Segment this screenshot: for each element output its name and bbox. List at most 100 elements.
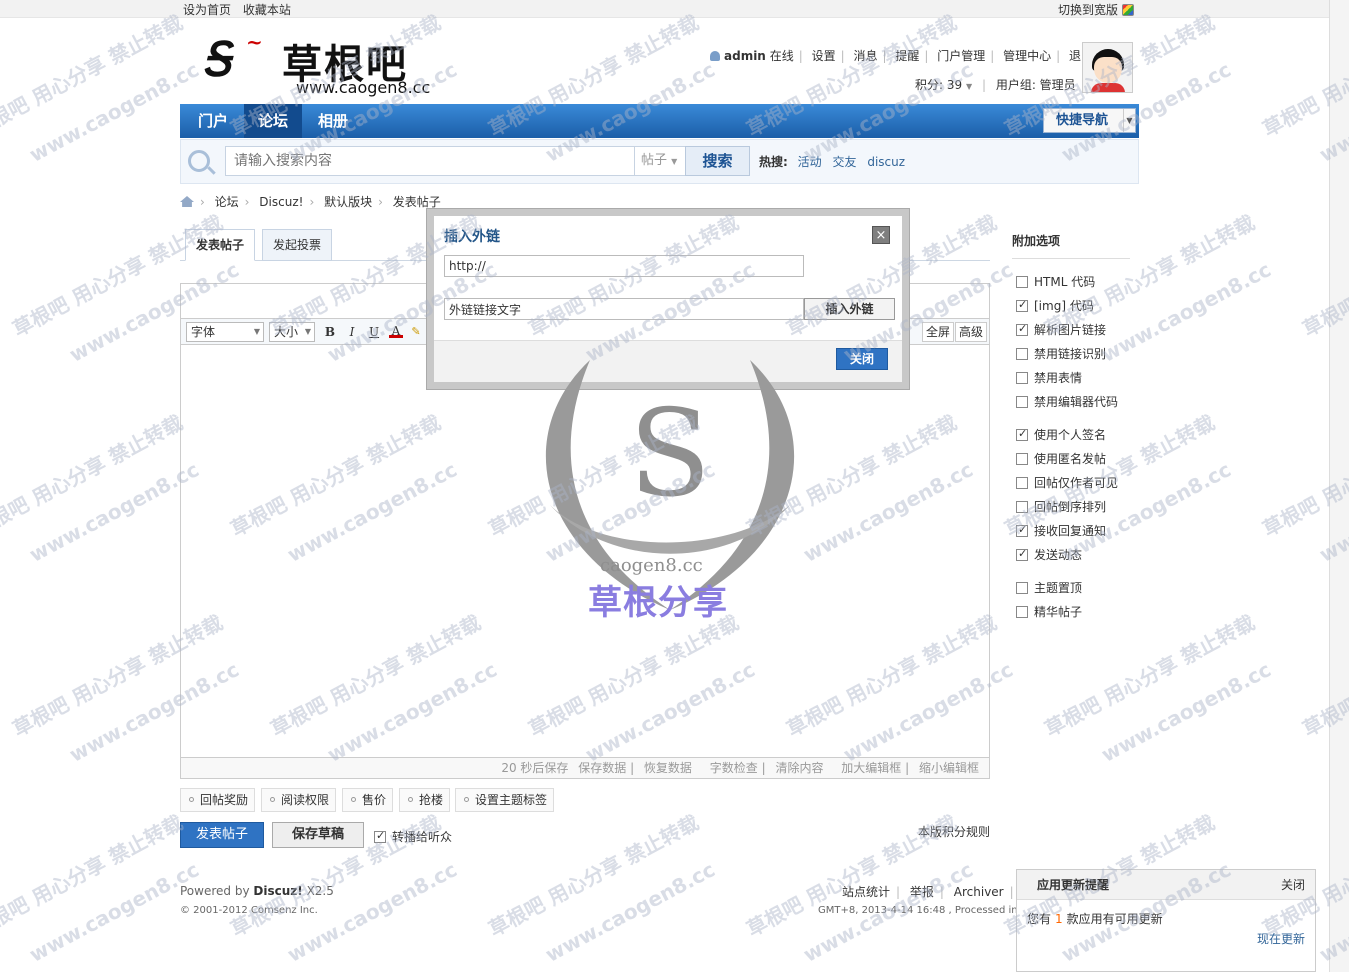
fullscreen-button[interactable]: 全屏	[922, 322, 955, 342]
sidebar-option[interactable]: 使用个人签名	[1016, 426, 1106, 443]
dialog-close-button[interactable]: 关闭	[836, 348, 888, 370]
price-button[interactable]: 售价	[342, 788, 394, 812]
tab-new-post[interactable]: 发表帖子	[185, 229, 256, 261]
messages-link[interactable]: 消息	[853, 49, 877, 63]
nav-forum[interactable]: 论坛	[244, 104, 303, 138]
footer-stats-link[interactable]: 站点统计	[842, 885, 890, 899]
option-checkbox[interactable]	[1016, 523, 1028, 537]
broadcast-option[interactable]: 转播给听众	[374, 828, 452, 845]
sidebar-option[interactable]: 解析图片链接	[1016, 321, 1106, 338]
avatar[interactable]	[1082, 42, 1133, 93]
link-text-input[interactable]	[444, 298, 804, 320]
breadcrumb-item[interactable]: 默认版块	[324, 195, 372, 209]
option-checkbox[interactable]	[1016, 298, 1028, 312]
switch-width-link[interactable]: 切换到宽版	[1058, 3, 1118, 17]
enlarge-editor-link[interactable]: 加大编辑框	[841, 761, 901, 775]
sidebar-option[interactable]: 精华帖子	[1016, 603, 1082, 620]
advanced-button[interactable]: 高级	[955, 322, 988, 342]
reply-reward-button[interactable]: 回帖奖励	[180, 788, 256, 812]
online-status[interactable]: 在线	[770, 49, 794, 63]
topic-tags-button[interactable]: 设置主题标签	[455, 788, 555, 812]
underline-button[interactable]: U	[367, 324, 381, 340]
footer-archiver-link[interactable]: Archiver	[954, 885, 1004, 899]
admin-center-link[interactable]: 管理中心	[1003, 49, 1051, 63]
sidebar-option[interactable]: 回帖倒序排列	[1016, 498, 1106, 515]
switch-width[interactable]: 切换到宽版	[1058, 1, 1135, 18]
notice-close-button[interactable]: 关闭	[1281, 870, 1305, 900]
post-submit-button[interactable]: 发表帖子	[180, 822, 264, 848]
vertical-scrollbar[interactable]	[1329, 0, 1349, 972]
app-update-notice: 应用更新提醒 关闭 您有 1 款应用有可用更新 现在更新	[1016, 869, 1316, 972]
broadcast-checkbox[interactable]	[374, 829, 386, 843]
option-checkbox[interactable]	[1016, 477, 1028, 489]
tab-new-poll[interactable]: 发起投票	[262, 229, 333, 261]
insert-link-button[interactable]: 插入外链	[804, 298, 895, 320]
quick-nav-button[interactable]: 快捷导航 ▼	[1043, 108, 1136, 133]
restore-data-link[interactable]: 恢复数据	[644, 761, 692, 775]
option-checkbox[interactable]	[1016, 501, 1028, 513]
highlight-icon[interactable]: ✎	[409, 324, 423, 340]
font-color-button[interactable]: A	[389, 324, 403, 338]
clear-content-link[interactable]: 清除内容	[775, 761, 823, 775]
sidebar-option[interactable]: 禁用链接识别	[1016, 345, 1106, 362]
user-group-link[interactable]: 用户组: 管理员	[996, 78, 1076, 92]
update-now-link[interactable]: 现在更新	[1257, 930, 1305, 947]
product-link[interactable]: Discuz!	[253, 884, 302, 898]
font-select[interactable]: 字体 ▼	[186, 322, 264, 342]
points-dropdown[interactable]: 积分: 39 ▼	[915, 78, 972, 92]
sidebar-option[interactable]: 发送动态	[1016, 546, 1082, 563]
option-checkbox[interactable]	[1016, 372, 1028, 384]
option-checkbox[interactable]	[1016, 396, 1028, 408]
option-checkbox[interactable]	[1016, 582, 1028, 594]
reminders-link[interactable]: 提醒	[895, 49, 919, 63]
bookmark-link[interactable]: 收藏本站	[243, 3, 291, 17]
sidebar-option[interactable]: 接收回复通知	[1016, 522, 1106, 539]
save-draft-button[interactable]: 保存草稿	[272, 822, 364, 848]
shrink-editor-link[interactable]: 缩小编辑框	[919, 761, 979, 775]
option-checkbox[interactable]	[1016, 547, 1028, 561]
option-checkbox[interactable]	[1016, 453, 1028, 465]
sidebar-option[interactable]: [img] 代码	[1016, 297, 1094, 314]
nav-portal[interactable]: 门户	[184, 104, 242, 138]
hot-search-item[interactable]: 交友	[832, 155, 856, 169]
watermark-tile: www.caogen8.cc	[1097, 657, 1275, 767]
option-checkbox[interactable]	[1016, 276, 1028, 288]
breadcrumb-item[interactable]: Discuz!	[259, 195, 303, 209]
word-count-link[interactable]: 字数检查	[710, 761, 758, 775]
option-checkbox[interactable]	[1016, 322, 1028, 336]
search-input[interactable]	[225, 146, 635, 176]
size-select[interactable]: 大小 ▼	[269, 322, 315, 342]
link-url-input[interactable]	[444, 255, 804, 277]
search-button[interactable]: 搜索	[685, 146, 750, 176]
save-data-link[interactable]: 保存数据	[578, 761, 626, 775]
sidebar-option[interactable]: HTML 代码	[1016, 273, 1095, 290]
theme-color-icon[interactable]	[1122, 4, 1135, 16]
set-home-link[interactable]: 设为首页	[183, 3, 231, 17]
home-icon[interactable]	[180, 196, 194, 207]
close-icon[interactable]: ×	[872, 226, 890, 244]
read-permission-button[interactable]: 阅读权限	[261, 788, 337, 812]
sidebar-option[interactable]: 主题置顶	[1016, 579, 1082, 596]
watermark-tile: www.caogen8.cc	[1097, 257, 1275, 367]
footer-report-link[interactable]: 举报	[910, 885, 934, 899]
search-type-select[interactable]: 帖子 ▼	[634, 146, 686, 176]
sidebar-option[interactable]: 回帖仅作者可见	[1016, 474, 1118, 491]
floor-grab-button[interactable]: 抢楼	[399, 788, 451, 812]
sidebar-option[interactable]: 使用匿名发帖	[1016, 450, 1106, 467]
option-checkbox[interactable]	[1016, 348, 1028, 360]
sidebar-option[interactable]: 禁用编辑器代码	[1016, 393, 1118, 410]
hot-search-item[interactable]: discuz	[867, 155, 905, 169]
option-checkbox[interactable]	[1016, 606, 1028, 618]
option-checkbox[interactable]	[1016, 427, 1028, 441]
hot-search-item[interactable]: 活动	[798, 155, 822, 169]
breadcrumb-item[interactable]: 论坛	[215, 195, 239, 209]
portal-admin-link[interactable]: 门户管理	[937, 49, 985, 63]
score-rule-link[interactable]: 本版积分规则	[918, 823, 990, 840]
site-logo[interactable]: Ꭶ ~ 草根吧 www.caogen8.cc	[200, 30, 440, 100]
settings-link[interactable]: 设置	[812, 49, 836, 63]
bold-button[interactable]: B	[323, 324, 337, 340]
italic-button[interactable]: I	[345, 324, 359, 340]
sidebar-option[interactable]: 禁用表情	[1016, 369, 1082, 386]
username-link[interactable]: admin	[724, 49, 766, 63]
nav-album[interactable]: 相册	[304, 104, 362, 138]
